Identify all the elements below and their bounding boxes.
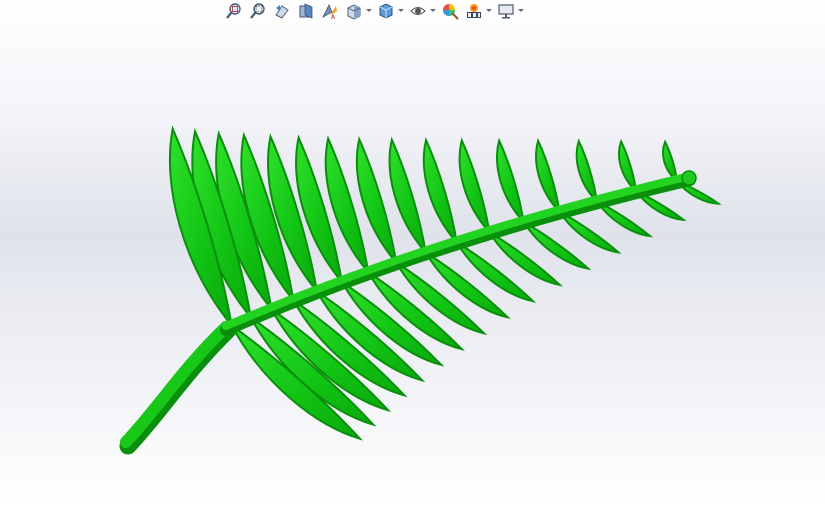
- fern-leaflet-upper: [422, 137, 459, 246]
- fern-leaflet-upper: [458, 137, 491, 236]
- fern-leaflet-upper: [662, 139, 679, 184]
- fern-leaflet-upper: [575, 138, 599, 205]
- fern-leaf-model[interactable]: [0, 0, 825, 506]
- graphics-viewport[interactable]: A: [0, 0, 825, 506]
- fern-leaflet-lower: [558, 210, 622, 254]
- fern-leaflet-upper: [618, 138, 638, 194]
- fern-leaflets: [169, 125, 722, 441]
- fern-leaflet-upper: [535, 138, 561, 215]
- fern-leaflet-upper: [388, 136, 428, 256]
- fern-leaflet-upper: [496, 137, 526, 225]
